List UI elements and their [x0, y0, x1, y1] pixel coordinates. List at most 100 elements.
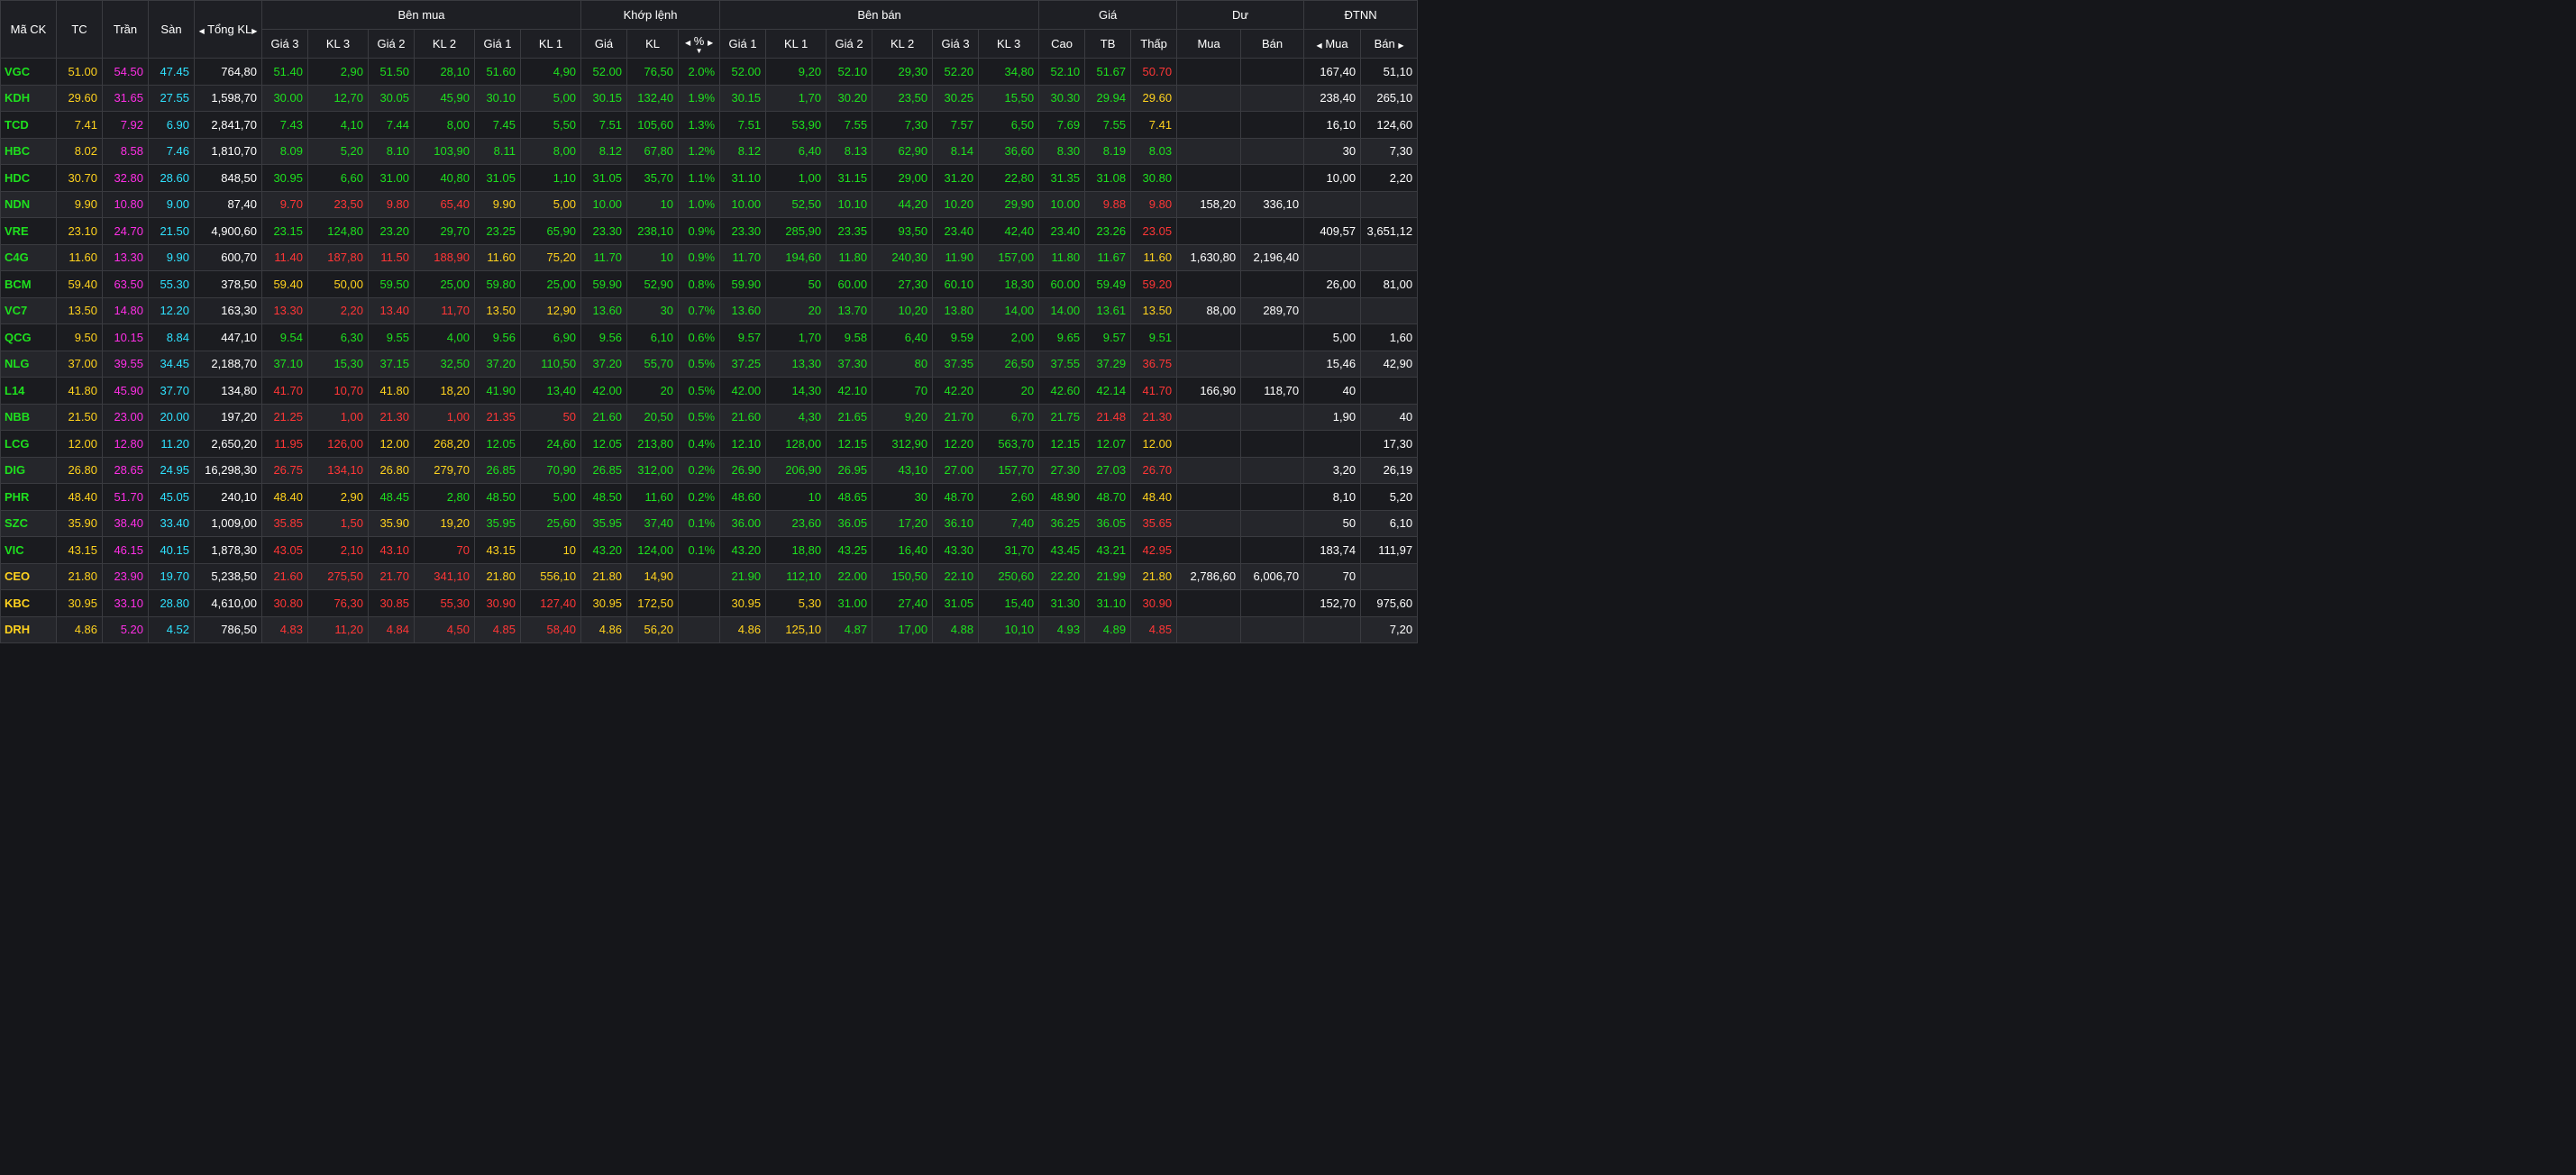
symbol-cell[interactable]: VC7	[0, 296, 57, 324]
col-low[interactable]: Thấp	[1130, 29, 1178, 59]
symbol-cell[interactable]: LCG	[0, 430, 57, 458]
sell-volume-cell: 29,00	[872, 164, 934, 192]
table-row[interactable]: VRE 23.10 24.70 21.50 4,900,60 23.15 124,80 23.…	[0, 217, 1419, 245]
col-buy-vol-1[interactable]: KL 1	[519, 29, 582, 59]
table-row[interactable]: VGC 51.00 54.50 47.45 764,80 51.40 2,90 51.50 28…	[0, 58, 1419, 86]
symbol-cell[interactable]: VGC	[0, 58, 57, 86]
sell-price-cell: 36.00	[719, 509, 767, 537]
col-sell-vol-1[interactable]: KL 1	[765, 29, 827, 59]
col-buy-price-1[interactable]: Giá 1	[474, 29, 521, 59]
symbol-cell[interactable]: KDH	[0, 84, 57, 112]
symbol-cell[interactable]: TCD	[0, 111, 57, 139]
symbol-cell[interactable]: DRH	[0, 615, 57, 643]
symbol-cell[interactable]: NBB	[0, 403, 57, 431]
col-sell-vol-3[interactable]: KL 3	[978, 29, 1040, 59]
symbol-cell[interactable]: DIG	[0, 456, 57, 484]
table-row[interactable]: C4G 11.60 13.30 9.90 600,70 11.40 187,80 11.50 1…	[0, 243, 1419, 271]
col-buy-price-3[interactable]: Giá 3	[261, 29, 308, 59]
caret-left-icon[interactable]: ◀	[199, 27, 205, 35]
symbol-cell[interactable]: NDN	[0, 190, 57, 218]
foreign-sell-cell	[1360, 377, 1419, 405]
low-price-cell: 4.85	[1130, 615, 1178, 643]
table-row[interactable]: BCM 59.40 63.50 55.30 378,50 59.40 50,00 59.50 2…	[0, 270, 1419, 298]
caret-right-icon[interactable]: ▶	[1398, 41, 1403, 50]
avg-price-cell: 4.89	[1084, 615, 1132, 643]
buy-volume-cell: 188,90	[414, 243, 475, 271]
table-row[interactable]: QCG 9.50 10.15 8.84 447,10 9.54 6,30 9.55 4,00 9.…	[0, 323, 1419, 351]
table-row[interactable]: CEO 21.80 23.90 19.70 5,238,50 21.60 275,50 21.…	[0, 562, 1419, 590]
match-volume-cell: 55,70	[626, 350, 680, 378]
table-row[interactable]: PHR 48.40 51.70 45.05 240,10 48.40 2,90 48.45 2,…	[0, 483, 1419, 511]
high-price-cell: 36.25	[1038, 509, 1086, 537]
foreign-buy-cell	[1303, 190, 1362, 218]
caret-right-icon[interactable]: ▶	[708, 39, 713, 47]
col-foreign-sell[interactable]: Bán ▶	[1360, 29, 1419, 59]
col-remain-buy[interactable]: Mua	[1176, 29, 1242, 59]
table-row[interactable]: VC7 13.50 14.80 12.20 163,30 13.30 2,20 13.40 11…	[0, 296, 1419, 324]
table-row[interactable]: TCD 7.41 7.92 6.90 2,841,70 7.43 4,10 7.44 8,00 7…	[0, 111, 1419, 139]
remain-sell-cell	[1240, 111, 1305, 139]
caret-right-icon[interactable]: ▶	[251, 27, 257, 35]
symbol-cell[interactable]: VRE	[0, 217, 57, 245]
caret-left-icon[interactable]: ◀	[685, 39, 690, 47]
sort-desc-icon[interactable]: ▼	[681, 47, 717, 54]
col-avg[interactable]: TB	[1084, 29, 1132, 59]
symbol-cell[interactable]: C4G	[0, 243, 57, 271]
col-buy-vol-3[interactable]: KL 3	[307, 29, 369, 59]
table-row[interactable]: HDC 30.70 32.80 28.60 848,50 30.95 6,60 31.00 40…	[0, 164, 1419, 192]
sell-price-cell: 21.60	[719, 403, 767, 431]
symbol-cell[interactable]: PHR	[0, 483, 57, 511]
symbol-cell[interactable]: QCG	[0, 323, 57, 351]
col-ref[interactable]: TC	[56, 0, 103, 59]
table-row[interactable]: VIC 43.15 46.15 40.15 1,878,30 43.05 2,10 43.10…	[0, 536, 1419, 564]
table-row[interactable]: KBC 30.95 33.10 28.80 4,610,00 30.80 76,30 30.8…	[0, 589, 1419, 617]
remain-buy-cell	[1176, 137, 1242, 165]
col-sell-vol-2[interactable]: KL 2	[872, 29, 934, 59]
symbol-cell[interactable]: BCM	[0, 270, 57, 298]
symbol-cell[interactable]: CEO	[0, 562, 57, 590]
table-row[interactable]: NBB 21.50 23.00 20.00 197,20 21.25 1,00 21.30 1,…	[0, 403, 1419, 431]
col-sell-price-2[interactable]: Giá 2	[826, 29, 873, 59]
col-buy-vol-2[interactable]: KL 2	[414, 29, 475, 59]
symbol-cell[interactable]: VIC	[0, 536, 57, 564]
symbol-cell[interactable]: NLG	[0, 350, 57, 378]
col-ceiling[interactable]: Trần	[102, 0, 149, 59]
symbol-cell[interactable]: SZC	[0, 509, 57, 537]
floor-price-cell: 28.80	[148, 589, 195, 617]
col-sell-price-3[interactable]: Giá 3	[932, 29, 980, 59]
table-row[interactable]: DIG 26.80 28.65 24.95 16,298,30 26.75 134,10 26…	[0, 456, 1419, 484]
high-price-cell: 12.15	[1038, 430, 1086, 458]
table-row[interactable]: NLG 37.00 39.55 34.45 2,188,70 37.10 15,30 37.1…	[0, 350, 1419, 378]
table-row[interactable]: HBC 8.02 8.58 7.46 1,810,70 8.09 5,20 8.10 103,9…	[0, 137, 1419, 165]
col-symbol[interactable]: Mã CK	[0, 0, 57, 59]
buy-price-cell: 37.15	[368, 350, 415, 378]
col-match-price[interactable]: Giá	[580, 29, 628, 59]
table-row[interactable]: KDH 29.60 31.65 27.55 1,598,70 30.00 12,70 30.0…	[0, 84, 1419, 112]
col-total-volume[interactable]: ◀ Tổng KL▶	[194, 0, 262, 59]
col-match-pct[interactable]: ◀ % ▶ ▼	[678, 29, 721, 59]
table-row[interactable]: L14 41.80 45.90 37.70 134,80 41.70 10,70 41.80 1…	[0, 377, 1419, 405]
col-high[interactable]: Cao	[1038, 29, 1086, 59]
table-row[interactable]: SZC 35.90 38.40 33.40 1,009,00 35.85 1,50 35.90…	[0, 509, 1419, 537]
table-row[interactable]: DRH 4.86 5.20 4.52 786,50 4.83 11,20 4.84 4,50 4.…	[0, 615, 1419, 643]
col-match-vol[interactable]: KL	[626, 29, 680, 59]
symbol-cell[interactable]: HBC	[0, 137, 57, 165]
foreign-buy-cell: 5,00	[1303, 323, 1362, 351]
table-row[interactable]: LCG 12.00 12.80 11.20 2,650,20 11.95 126,00 12.…	[0, 430, 1419, 458]
col-remain-sell[interactable]: Bán	[1240, 29, 1305, 59]
col-sell-price-1[interactable]: Giá 1	[719, 29, 767, 59]
total-volume-cell: 4,610,00	[194, 589, 262, 617]
match-price-cell: 26.85	[580, 456, 628, 484]
col-foreign-buy[interactable]: ◀ Mua	[1303, 29, 1362, 59]
remain-buy-cell	[1176, 589, 1242, 617]
symbol-cell[interactable]: L14	[0, 377, 57, 405]
symbol-cell[interactable]: HDC	[0, 164, 57, 192]
col-buy-price-2[interactable]: Giá 2	[368, 29, 415, 59]
caret-left-icon[interactable]: ◀	[1317, 41, 1322, 50]
symbol-cell[interactable]: KBC	[0, 589, 57, 617]
match-percent-cell: 1.9%	[678, 84, 721, 112]
table-row[interactable]: NDN 9.90 10.80 9.00 87,40 9.70 23,50 9.80 65,40 9…	[0, 190, 1419, 218]
sell-price-cell: 31.05	[932, 589, 980, 617]
col-floor[interactable]: Sàn	[148, 0, 195, 59]
sell-price-cell: 11.70	[719, 243, 767, 271]
